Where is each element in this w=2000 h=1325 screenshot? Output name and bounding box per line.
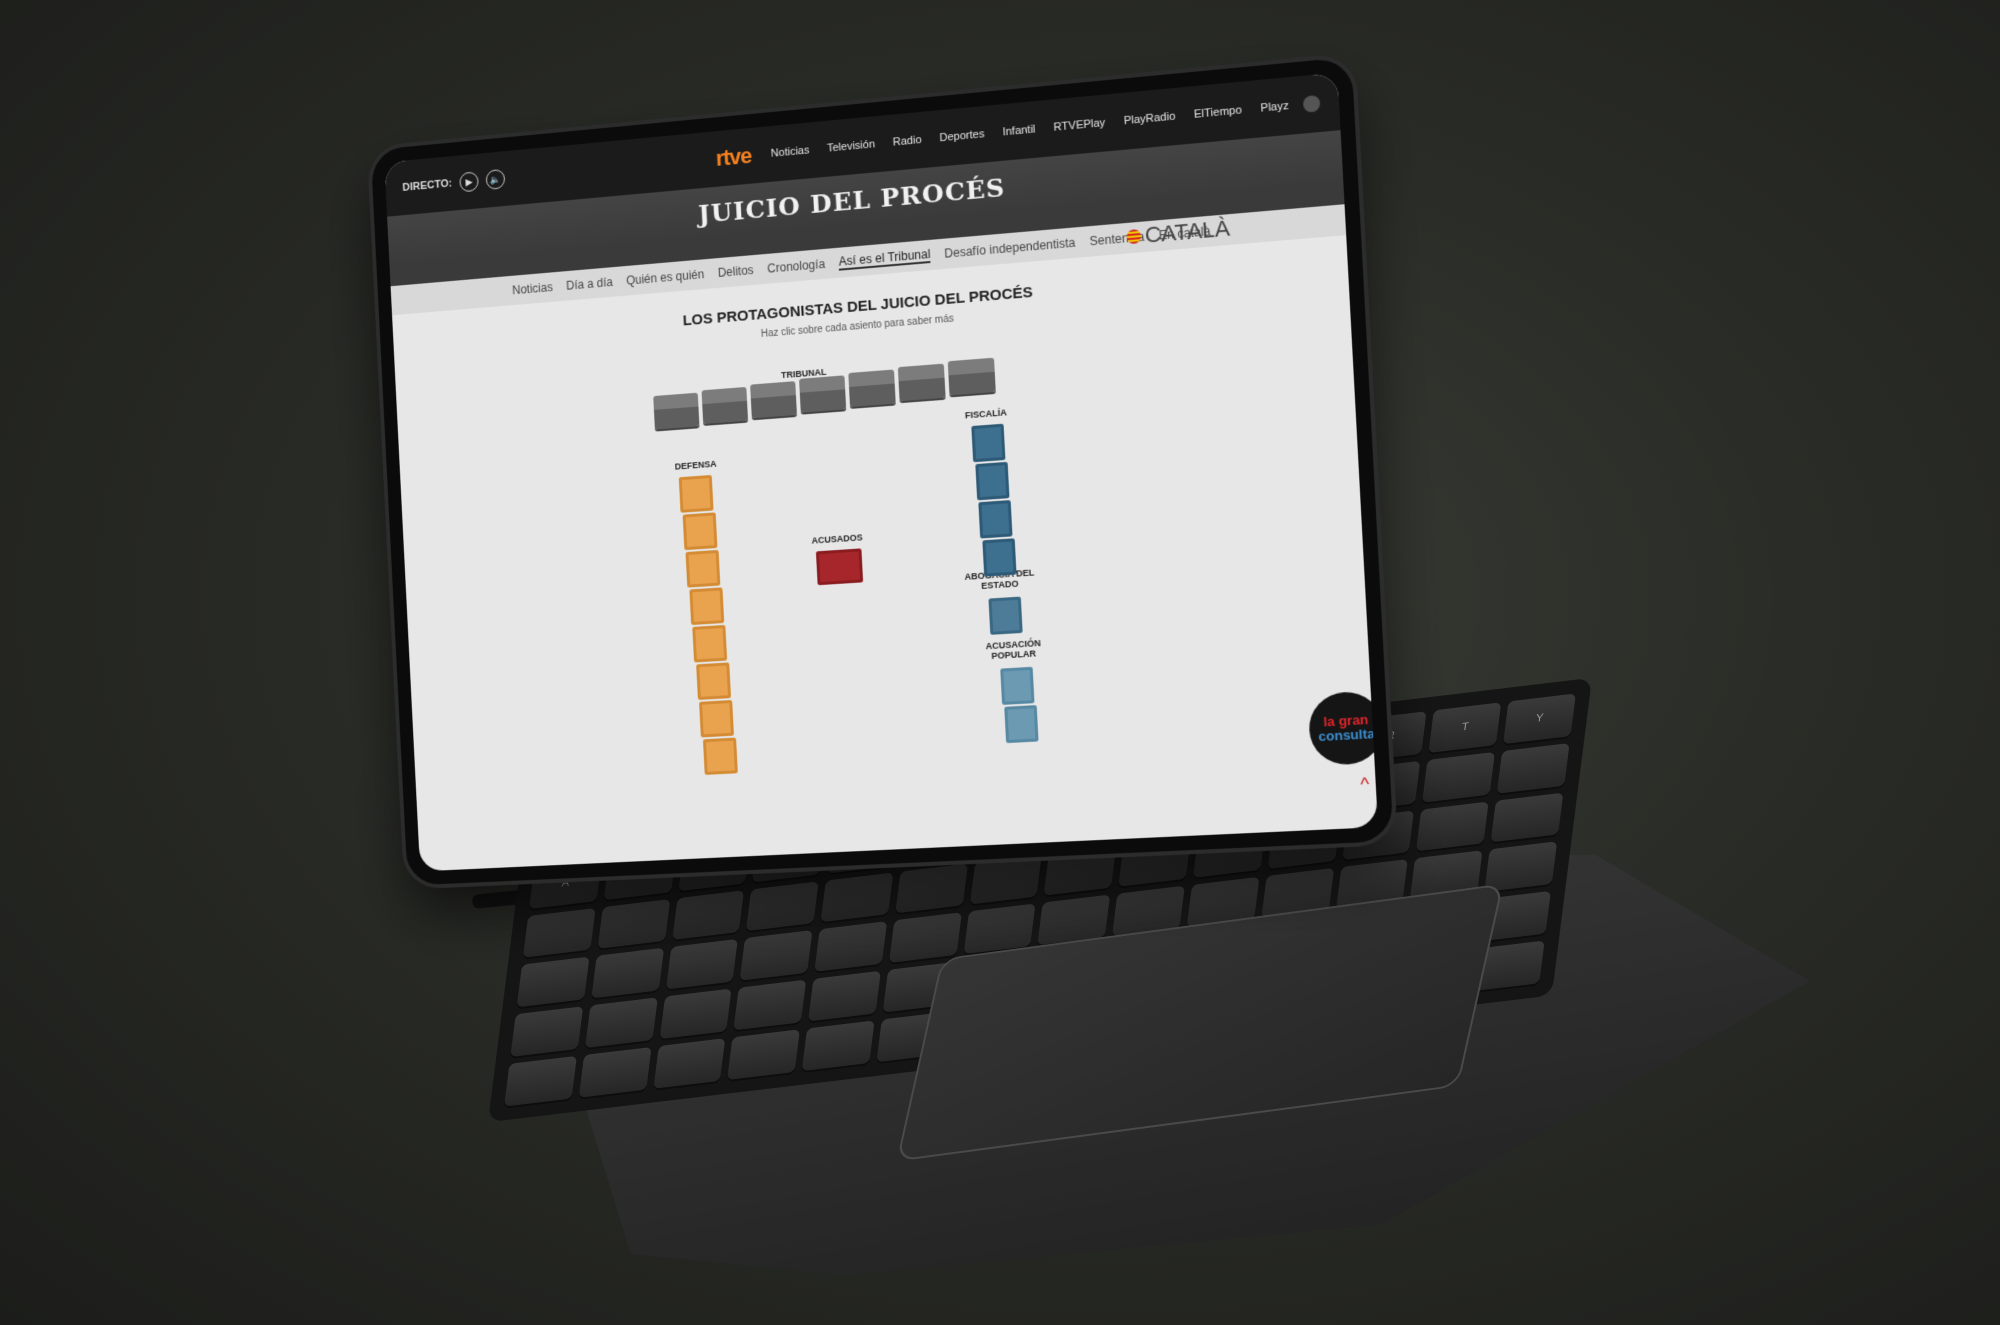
keyboard-key[interactable]: [516, 957, 590, 1008]
keyboard-key[interactable]: [665, 939, 739, 990]
keyboard-key[interactable]: [739, 930, 813, 982]
acusados-label: ACUSADOS: [811, 532, 863, 546]
tribunal-seat[interactable]: [947, 357, 996, 396]
keyboard-key[interactable]: [510, 1006, 583, 1058]
directo-label: DIRECTO:: [402, 177, 453, 194]
keyboard-key[interactable]: [504, 1056, 577, 1107]
fiscalia-label: FISCALÍA: [964, 407, 1008, 421]
fiscalia-seat[interactable]: [981, 538, 1017, 577]
keyboard-key[interactable]: [801, 1020, 875, 1072]
keyboard-key[interactable]: [1490, 792, 1564, 843]
defensa-label: DEFENSA: [674, 458, 717, 472]
nav-item[interactable]: RTVEPlay: [1053, 117, 1105, 134]
subnav-item[interactable]: Noticias: [512, 280, 553, 297]
popular-label: ACUSACIÓN POPULAR: [985, 637, 1042, 662]
keyboard-key[interactable]: [652, 1038, 726, 1089]
subnav-item[interactable]: Día a día: [566, 275, 613, 293]
keyboard-key[interactable]: [1416, 801, 1489, 852]
nav-item[interactable]: Noticias: [771, 144, 810, 159]
subnav-item[interactable]: Cronología: [767, 257, 825, 276]
nav-item[interactable]: Televisión: [827, 138, 875, 154]
keyboard-key[interactable]: [808, 971, 881, 1022]
acusados-seat[interactable]: [815, 548, 864, 586]
subnav-item[interactable]: Quién es quién: [626, 267, 705, 287]
defensa-seat[interactable]: [678, 474, 714, 513]
courtroom-content: LOS PROTAGONISTAS DEL JUICIO DEL PROCÉS …: [393, 258, 1379, 872]
tribunal-seat[interactable]: [701, 386, 749, 424]
keyboard-key[interactable]: [969, 854, 1043, 905]
nav-item[interactable]: ElTiempo: [1194, 104, 1243, 121]
keyboard-key[interactable]: [591, 948, 664, 999]
live-controls: DIRECTO: ▶ 🔈: [402, 168, 506, 198]
user-icon[interactable]: [1302, 94, 1321, 113]
popular-seat[interactable]: [1000, 666, 1035, 705]
keyboard-key[interactable]: [597, 898, 670, 950]
nav-item[interactable]: Radio: [893, 134, 922, 149]
nav-item[interactable]: Playz: [1260, 100, 1289, 115]
popular-seat[interactable]: [1003, 705, 1039, 744]
keyboard-key[interactable]: [584, 997, 658, 1049]
subnav-item[interactable]: Desafío independentista: [944, 236, 1076, 261]
catalan-flag-icon: [1125, 228, 1142, 245]
subnav-item[interactable]: Delitos: [717, 263, 754, 280]
screen: DIRECTO: ▶ 🔈 rtve Noticias Televisión Radi…: [384, 72, 1379, 872]
keyboard-key[interactable]: [746, 881, 819, 932]
fiscalia-seat[interactable]: [971, 423, 1006, 463]
tribunal-seat[interactable]: [799, 375, 847, 413]
keyboard-key[interactable]: [820, 872, 894, 923]
tribunal-seat[interactable]: [653, 392, 700, 430]
keyboard-key[interactable]: [727, 1029, 801, 1080]
tribunal-seat[interactable]: [848, 369, 896, 407]
keyboard-key[interactable]: [659, 988, 732, 1040]
defensa-seat[interactable]: [695, 662, 731, 700]
gran-consulta-badge[interactable]: la gran consulta: [1307, 690, 1379, 767]
play-icon[interactable]: ▶: [459, 171, 479, 193]
rtve-logo[interactable]: rtve: [715, 143, 752, 172]
defensa-seat[interactable]: [688, 587, 724, 626]
badge-line2: consulta: [1317, 725, 1376, 745]
keyboard-key[interactable]: [671, 889, 745, 941]
defensa-seat[interactable]: [702, 737, 738, 775]
keyboard-key[interactable]: [522, 907, 596, 959]
nav-item[interactable]: Infantil: [1002, 123, 1035, 138]
fiscalia-seat[interactable]: [974, 461, 1009, 501]
keyboard-key[interactable]: [578, 1047, 652, 1098]
keyboard-key[interactable]: [1484, 841, 1558, 893]
keyboard-key[interactable]: Y: [1503, 693, 1576, 744]
nav-item[interactable]: PlayRadio: [1123, 110, 1175, 127]
keyboard-key[interactable]: T: [1428, 702, 1502, 753]
keyboard-key[interactable]: [895, 863, 968, 914]
defensa-seat[interactable]: [692, 624, 728, 663]
abogacia-seat[interactable]: [988, 596, 1023, 635]
keyboard-key[interactable]: [1422, 751, 1496, 803]
tribunal-seat[interactable]: [750, 381, 797, 419]
defensa-seat[interactable]: [699, 699, 734, 738]
fiscalia-seat[interactable]: [978, 500, 1013, 539]
tribunal-seat[interactable]: [897, 363, 946, 402]
defensa-seat[interactable]: [685, 549, 721, 588]
defensa-seat[interactable]: [682, 512, 717, 551]
volume-icon[interactable]: 🔈: [485, 168, 506, 191]
keyboard-key[interactable]: [1496, 742, 1570, 794]
subnav-item[interactable]: Así es el Tribunal: [838, 246, 931, 271]
keyboard-key[interactable]: [888, 912, 962, 964]
screen-bezel: DIRECTO: ▶ 🔈 rtve Noticias Televisión Radi…: [370, 56, 1394, 886]
scroll-top-icon[interactable]: ^: [1360, 774, 1370, 796]
keyboard-key[interactable]: [733, 979, 807, 1031]
keyboard-key[interactable]: [814, 921, 888, 973]
nav-item[interactable]: Deportes: [939, 128, 984, 144]
